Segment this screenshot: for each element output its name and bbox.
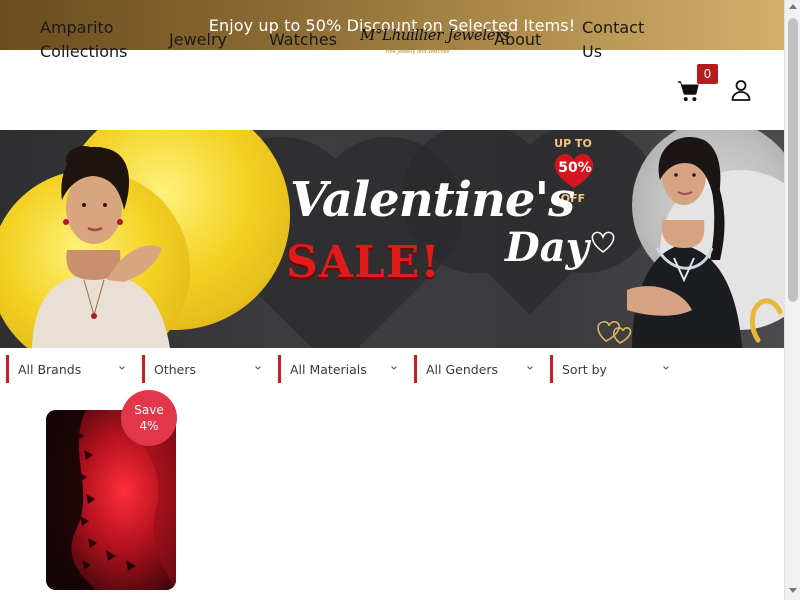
hero-heart-flourish-icon xyxy=(591,231,615,253)
sort-by-label: Sort by xyxy=(562,361,607,377)
chevron-down-icon xyxy=(663,366,669,370)
filter-materials-dropdown[interactable]: All Materials xyxy=(278,355,406,383)
user-icon[interactable] xyxy=(729,78,753,102)
nav-contact-us[interactable]: Contact Us xyxy=(582,16,662,64)
page-scrollbar[interactable] xyxy=(784,0,800,600)
scroll-up-arrow-icon[interactable] xyxy=(789,4,797,9)
filter-brands-dropdown[interactable]: All Brands xyxy=(6,355,134,383)
hero-valentine-text: Valentine's xyxy=(290,172,575,228)
hero-upto-text: UP TO xyxy=(554,137,592,150)
logo-tagline: Fine Jewelry and Watches xyxy=(385,49,450,55)
filter-brands-label: All Brands xyxy=(18,361,82,377)
sort-by-dropdown[interactable]: Sort by xyxy=(550,355,678,383)
filter-bar: All Brands Others All Materials All Gend… xyxy=(0,348,784,390)
nav-amparito-collections[interactable]: Amparito Collections xyxy=(40,16,150,64)
filter-others-label: Others xyxy=(154,361,197,377)
logo-wordmark: M°Lhuillier Jewelers xyxy=(360,26,510,44)
save-badge: Save 4% xyxy=(121,390,177,446)
filter-genders-label: All Genders xyxy=(426,361,499,377)
cart-count-badge: 0 xyxy=(697,64,718,84)
filter-others-dropdown[interactable]: Others xyxy=(142,355,270,383)
hero-day-text: Day xyxy=(505,224,589,271)
scroll-down-arrow-icon[interactable] xyxy=(789,588,797,593)
scrollbar-thumb[interactable] xyxy=(788,18,798,302)
hero-sale-text: SALE! xyxy=(286,237,441,288)
filter-materials-label: All Materials xyxy=(290,361,367,377)
filter-genders-dropdown[interactable]: All Genders xyxy=(414,355,542,383)
model-left-image xyxy=(32,146,170,348)
chevron-down-icon xyxy=(119,366,125,370)
chevron-down-icon xyxy=(527,366,533,370)
gold-hearts-icon xyxy=(597,321,632,344)
nav-about[interactable]: About xyxy=(494,28,541,52)
nav-watches[interactable]: Watches xyxy=(269,28,337,52)
chevron-down-icon xyxy=(255,366,261,370)
gold-heart-icon xyxy=(750,298,783,343)
save-badge-percent: 4% xyxy=(139,419,159,433)
chevron-down-icon xyxy=(391,366,397,370)
brand-logo[interactable]: M°Lhuillier Jewelers Fine Jewelry and Wa… xyxy=(360,22,510,72)
nav-jewelry[interactable]: Jewelry xyxy=(169,28,227,52)
save-badge-label: Save xyxy=(134,403,164,417)
